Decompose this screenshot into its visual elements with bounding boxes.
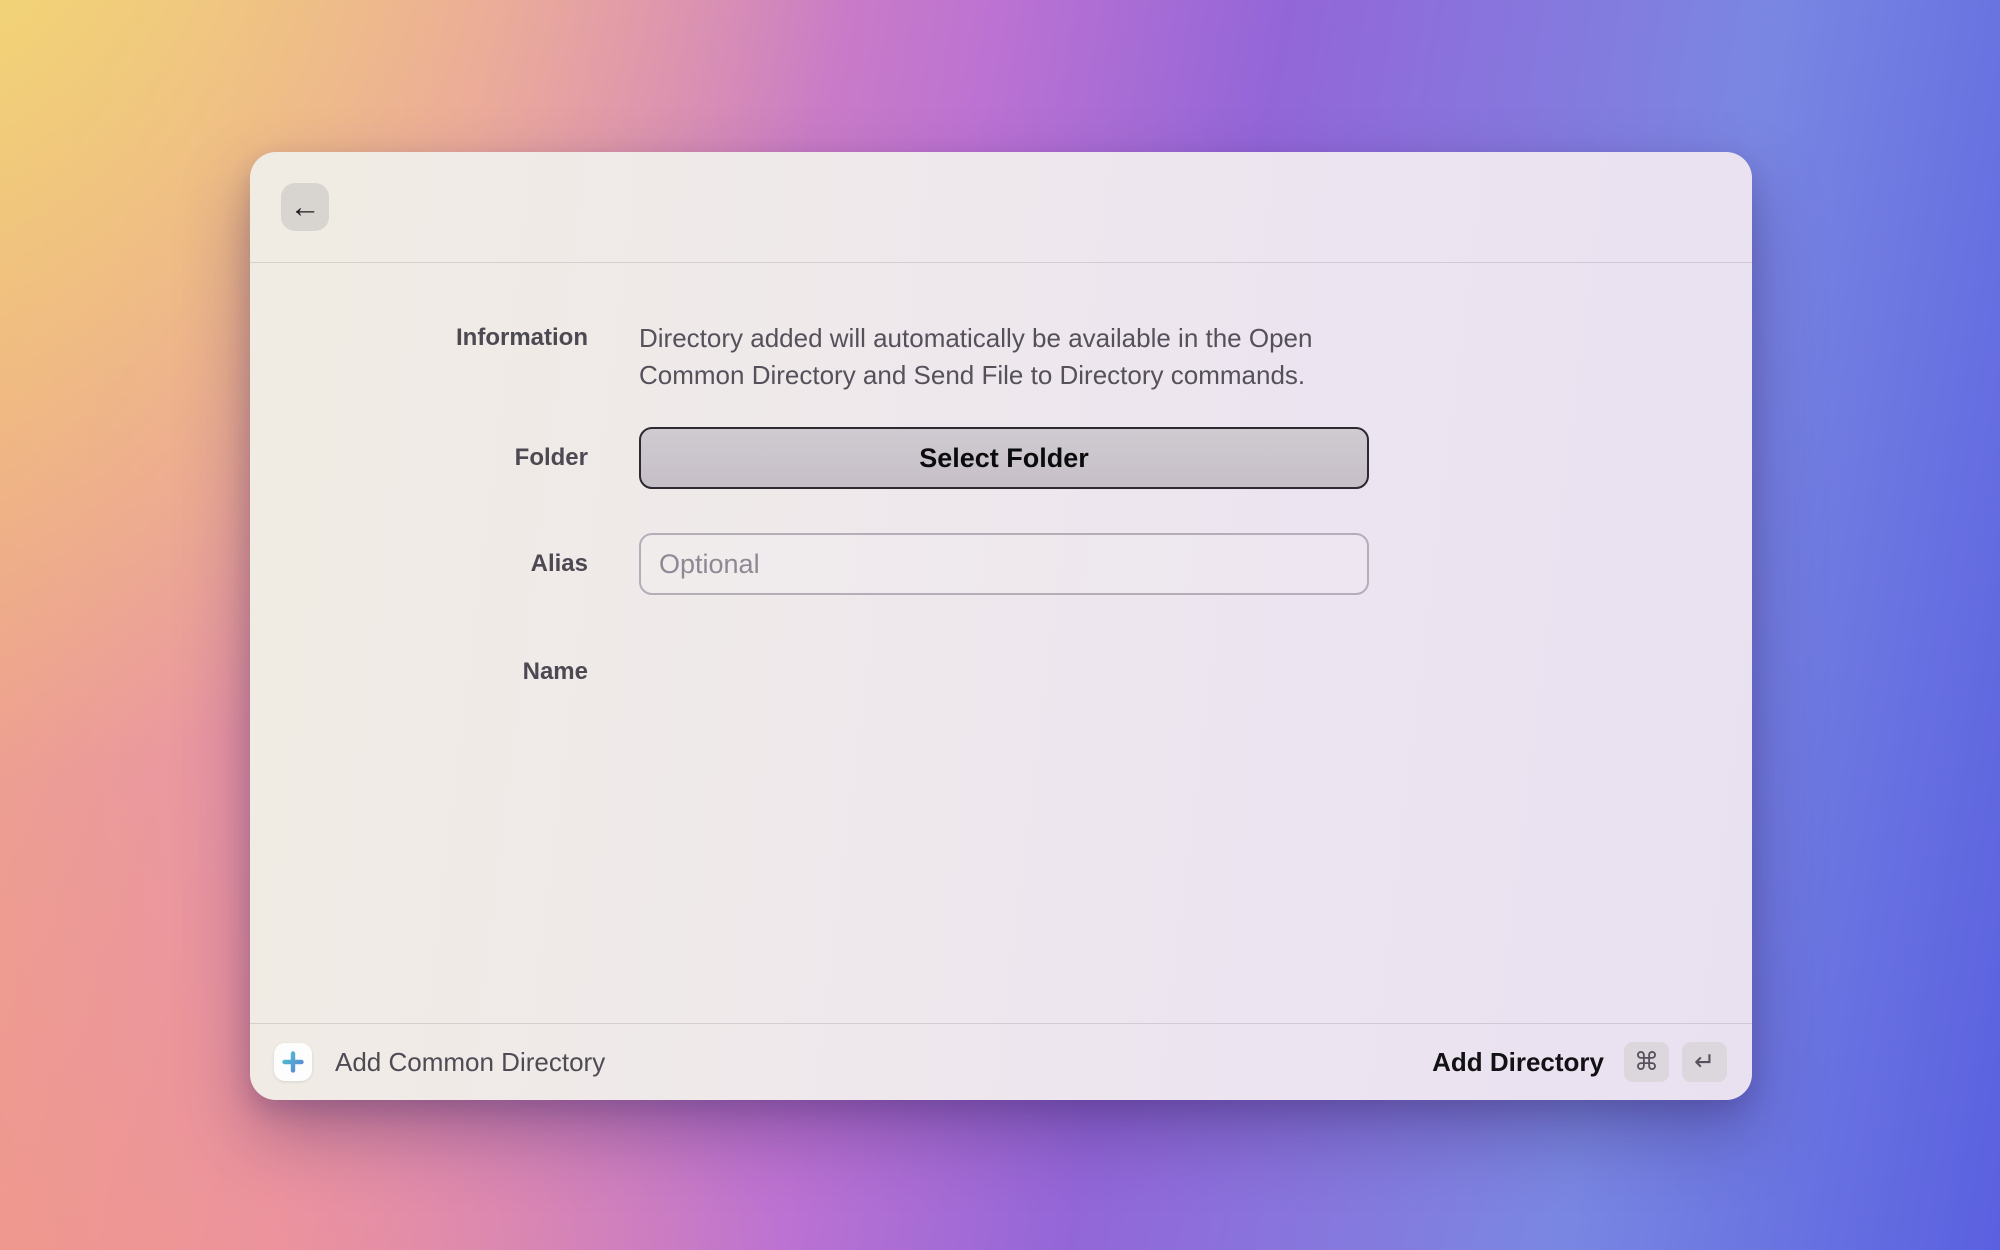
back-button[interactable]: ← <box>281 183 329 231</box>
plus-glyph <box>282 1051 304 1073</box>
information-text: Directory added will automatically be av… <box>639 323 1313 390</box>
information-label: Information <box>456 324 588 351</box>
alias-input[interactable] <box>639 533 1369 595</box>
alias-row: Alias <box>250 533 1752 595</box>
cmd-icon: ⌘ <box>1634 1048 1659 1076</box>
add-directory-dialog: ← Information Directory added will autom… <box>250 152 1752 1100</box>
return-icon: ↵ <box>1694 1048 1715 1076</box>
add-directory-action[interactable]: Add Directory ⌘ ↵ <box>1432 1042 1727 1082</box>
add-common-directory-action[interactable]: Add Common Directory <box>274 1043 605 1081</box>
dialog-header: ← <box>250 152 1752 263</box>
desktop-background: { "window": { "header": { "back_icon": "… <box>0 0 2000 1250</box>
dialog-form: Information Directory added will automat… <box>250 263 1752 1023</box>
information-row: Information Directory added will automat… <box>250 320 1752 394</box>
return-keycap: ↵ <box>1682 1042 1727 1082</box>
select-folder-button[interactable]: Select Folder <box>639 427 1369 489</box>
add-common-directory-label: Add Common Directory <box>335 1046 606 1077</box>
cmd-keycap: ⌘ <box>1624 1042 1669 1082</box>
plus-icon <box>274 1043 312 1081</box>
alias-label: Alias <box>530 550 588 577</box>
name-row: Name <box>250 658 1752 686</box>
dialog-footer: Add Common Directory Add Directory ⌘ ↵ <box>250 1023 1752 1100</box>
folder-label: Folder <box>514 444 588 471</box>
name-label: Name <box>522 658 588 685</box>
folder-row: Folder Select Folder <box>250 427 1752 489</box>
back-arrow-icon: ← <box>289 189 321 224</box>
add-directory-label: Add Directory <box>1432 1046 1604 1077</box>
